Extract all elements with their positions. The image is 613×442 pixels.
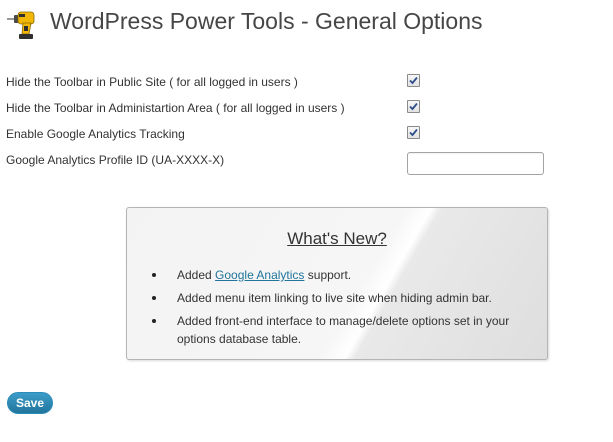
analytics-id-input[interactable] (407, 152, 544, 175)
list-item: Added front-end interface to manage/dele… (127, 312, 547, 348)
list-item: Added menu item linking to live site whe… (127, 289, 547, 307)
whats-new-title: What's New? (287, 229, 387, 248)
page-title: WordPress Power Tools - General Options (50, 8, 483, 34)
item-text: Added (177, 268, 216, 282)
option-label: Enable Google Analytics Tracking (6, 127, 185, 141)
page-header (6, 6, 40, 42)
whats-new-box: What's New? Added Google Analytics suppo… (126, 207, 548, 360)
options-page: WordPress Power Tools - General Options … (0, 0, 613, 442)
item-text: Added menu item linking to live site whe… (177, 291, 492, 305)
analytics-id-label: Google Analytics Profile ID (UA-XXXX-X) (6, 153, 225, 167)
google-analytics-checkbox[interactable] (407, 126, 420, 139)
option-row-google-analytics: Enable Google Analytics Tracking (6, 125, 426, 145)
item-text: Added front-end interface to manage/dele… (177, 314, 510, 346)
option-label: Hide the Toolbar in Administartion Area … (6, 101, 345, 115)
bullet-icon (152, 296, 156, 300)
item-text: support. (304, 268, 352, 282)
hide-toolbar-public-checkbox[interactable] (407, 74, 420, 87)
bullet-icon (152, 273, 156, 277)
checkmark-icon (409, 102, 418, 111)
checkmark-icon (409, 128, 418, 137)
save-button[interactable]: Save (7, 392, 53, 414)
google-analytics-link[interactable]: Google Analytics (215, 268, 304, 282)
drill-icon (7, 11, 35, 39)
checkmark-icon (409, 76, 418, 85)
bullet-icon (152, 319, 156, 323)
hide-toolbar-admin-checkbox[interactable] (407, 100, 420, 113)
list-item: Added Google Analytics support. (127, 266, 547, 284)
option-row-analytics-id: Google Analytics Profile ID (UA-XXXX-X) (6, 151, 426, 171)
option-row-hide-toolbar-admin: Hide the Toolbar in Administartion Area … (6, 99, 426, 119)
option-label: Hide the Toolbar in Public Site ( for al… (6, 75, 298, 89)
whats-new-list: Added Google Analytics support. Added me… (127, 266, 547, 353)
option-row-hide-toolbar-public: Hide the Toolbar in Public Site ( for al… (6, 73, 426, 93)
